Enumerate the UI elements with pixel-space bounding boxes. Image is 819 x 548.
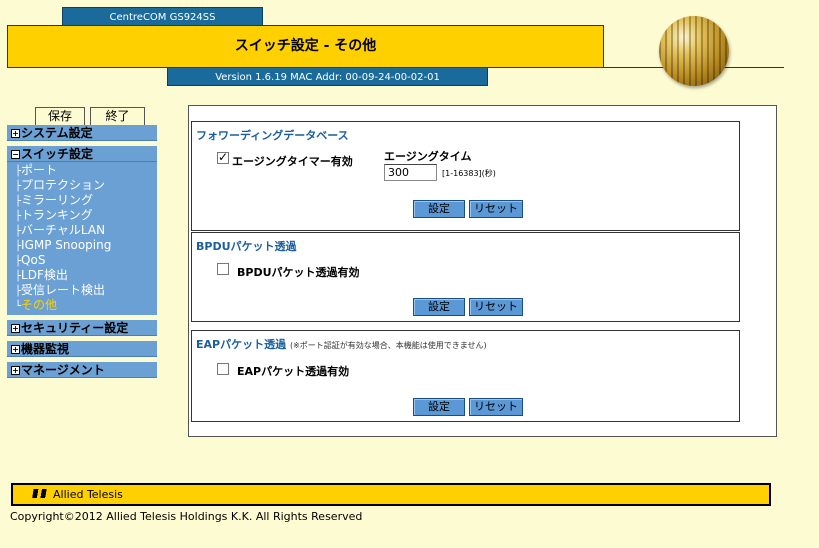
sidebar-item-port[interactable]: ├ポート bbox=[7, 163, 157, 178]
sidebar-item-virtual-lan[interactable]: ├バーチャルLAN bbox=[7, 223, 157, 238]
sidebar-item-mirroring[interactable]: ├ミラーリング bbox=[7, 193, 157, 208]
section-bpdu-passthrough: BPDUパケット透過 BPDUパケット透過有効 設定 リセット bbox=[191, 232, 740, 322]
logo-text: Allied Telesis bbox=[53, 488, 123, 501]
sidebar-item-protection[interactable]: ├プロテクション bbox=[7, 178, 157, 193]
menu-label: 機器監視 bbox=[21, 342, 70, 356]
section-title-text: EAPパケット透過 bbox=[196, 338, 287, 351]
sidebar-button-row: 保存 終了 bbox=[35, 107, 157, 125]
bpdu-passthrough-label: BPDUパケット透過有効 bbox=[237, 266, 360, 279]
sidebar-item-label: ポート bbox=[21, 163, 58, 177]
sidebar-item-label: ミラーリング bbox=[21, 193, 94, 207]
exit-button[interactable]: 終了 bbox=[90, 107, 145, 125]
sidebar-item-qos[interactable]: ├QoS bbox=[7, 253, 157, 268]
eap-set-button[interactable]: 設定 bbox=[413, 398, 465, 416]
eap-reset-button[interactable]: リセット bbox=[469, 398, 523, 416]
sidebar-item-label: バーチャルLAN bbox=[21, 223, 106, 237]
allied-telesis-logo-icon bbox=[29, 489, 51, 498]
expand-icon: + bbox=[11, 129, 20, 138]
sidebar-item-label: その他 bbox=[21, 298, 58, 312]
section-note: (※ポート認証が有効な場合、本機能は使用できません) bbox=[289, 341, 487, 350]
sidebar-item-other[interactable]: └その他 bbox=[7, 298, 157, 313]
fdb-set-button[interactable]: 設定 bbox=[413, 200, 465, 218]
eap-passthrough-checkbox[interactable] bbox=[217, 363, 229, 375]
sidebar-item-ldf-detection[interactable]: ├LDF検出 bbox=[7, 268, 157, 283]
sidebar-item-label: IGMP Snooping bbox=[21, 238, 112, 252]
sidebar-item-rx-rate-detection[interactable]: ├受信レート検出 bbox=[7, 283, 157, 298]
menu-device-monitoring[interactable]: + 機器監視 bbox=[7, 341, 157, 357]
sidebar-item-label: LDF検出 bbox=[21, 268, 68, 282]
footer-bar: Allied Telesis bbox=[11, 483, 771, 506]
menu-security-settings[interactable]: + セキュリティー設定 bbox=[7, 320, 157, 336]
menu-label: システム設定 bbox=[21, 126, 93, 140]
expand-icon: + bbox=[11, 345, 20, 354]
menu-label: マネージメント bbox=[21, 363, 105, 377]
main-panel: フォワーディングデータベース エージングタイマー有効 エージングタイム 300 … bbox=[188, 105, 777, 437]
sidebar-item-label: QoS bbox=[21, 253, 46, 267]
section-title: フォワーディングデータベース bbox=[196, 129, 349, 142]
section-forwarding-database: フォワーディングデータベース エージングタイマー有効 エージングタイム 300 … bbox=[191, 121, 740, 231]
copyright-text: Copyright©2012 Allied Telesis Holdings K… bbox=[10, 510, 363, 523]
sidebar-item-trunking[interactable]: ├トランキング bbox=[7, 208, 157, 223]
globe-logo-icon bbox=[659, 16, 729, 86]
aging-time-range: [1-16383](秒) bbox=[442, 169, 496, 178]
menu-label: スイッチ設定 bbox=[21, 147, 94, 161]
collapse-icon: − bbox=[11, 150, 20, 159]
eap-passthrough-label: EAPパケット透過有効 bbox=[237, 365, 350, 378]
bpdu-passthrough-checkbox[interactable] bbox=[217, 263, 229, 275]
model-tab: CentreCOM GS924SS bbox=[62, 7, 263, 26]
aging-timer-checkbox[interactable] bbox=[217, 150, 229, 164]
menu-switch-settings[interactable]: − スイッチ設定 bbox=[7, 146, 157, 162]
bpdu-set-button[interactable]: 設定 bbox=[413, 298, 465, 316]
version-info: Version 1.6.19 MAC Addr: 00-09-24-00-02-… bbox=[167, 67, 488, 86]
section-title: EAPパケット透過 (※ポート認証が有効な場合、本機能は使用できません) bbox=[196, 336, 487, 352]
switch-submenu: ├ポート ├プロテクション ├ミラーリング ├トランキング ├バーチャルLAN … bbox=[7, 162, 157, 315]
expand-icon: + bbox=[11, 324, 20, 333]
sidebar: 保存 終了 + システム設定 − スイッチ設定 ├ポート ├プロテクション ├ミラー… bbox=[7, 107, 157, 378]
menu-label: セキュリティー設定 bbox=[21, 321, 129, 335]
aging-time-input[interactable]: 300 bbox=[384, 164, 437, 181]
bpdu-reset-button[interactable]: リセット bbox=[469, 298, 523, 316]
menu-management[interactable]: + マネージメント bbox=[7, 362, 157, 378]
sidebar-item-igmp-snooping[interactable]: ├IGMP Snooping bbox=[7, 238, 157, 253]
menu-system-settings[interactable]: + システム設定 bbox=[7, 125, 157, 141]
sidebar-item-label: トランキング bbox=[21, 208, 93, 222]
page-title: スイッチ設定 - その他 bbox=[7, 25, 604, 68]
sidebar-item-label: 受信レート検出 bbox=[21, 283, 106, 297]
save-button[interactable]: 保存 bbox=[35, 107, 85, 125]
sidebar-item-label: プロテクション bbox=[21, 178, 106, 192]
allied-telesis-logo: Allied Telesis bbox=[29, 487, 123, 503]
aging-timer-label: エージングタイマー有効 bbox=[232, 155, 353, 168]
expand-icon: + bbox=[11, 366, 20, 375]
section-eap-passthrough: EAPパケット透過 (※ポート認証が有効な場合、本機能は使用できません) EAP… bbox=[191, 330, 740, 422]
section-title: BPDUパケット透過 bbox=[196, 240, 297, 253]
aging-time-label: エージングタイム bbox=[384, 150, 472, 163]
fdb-reset-button[interactable]: リセット bbox=[469, 200, 523, 218]
